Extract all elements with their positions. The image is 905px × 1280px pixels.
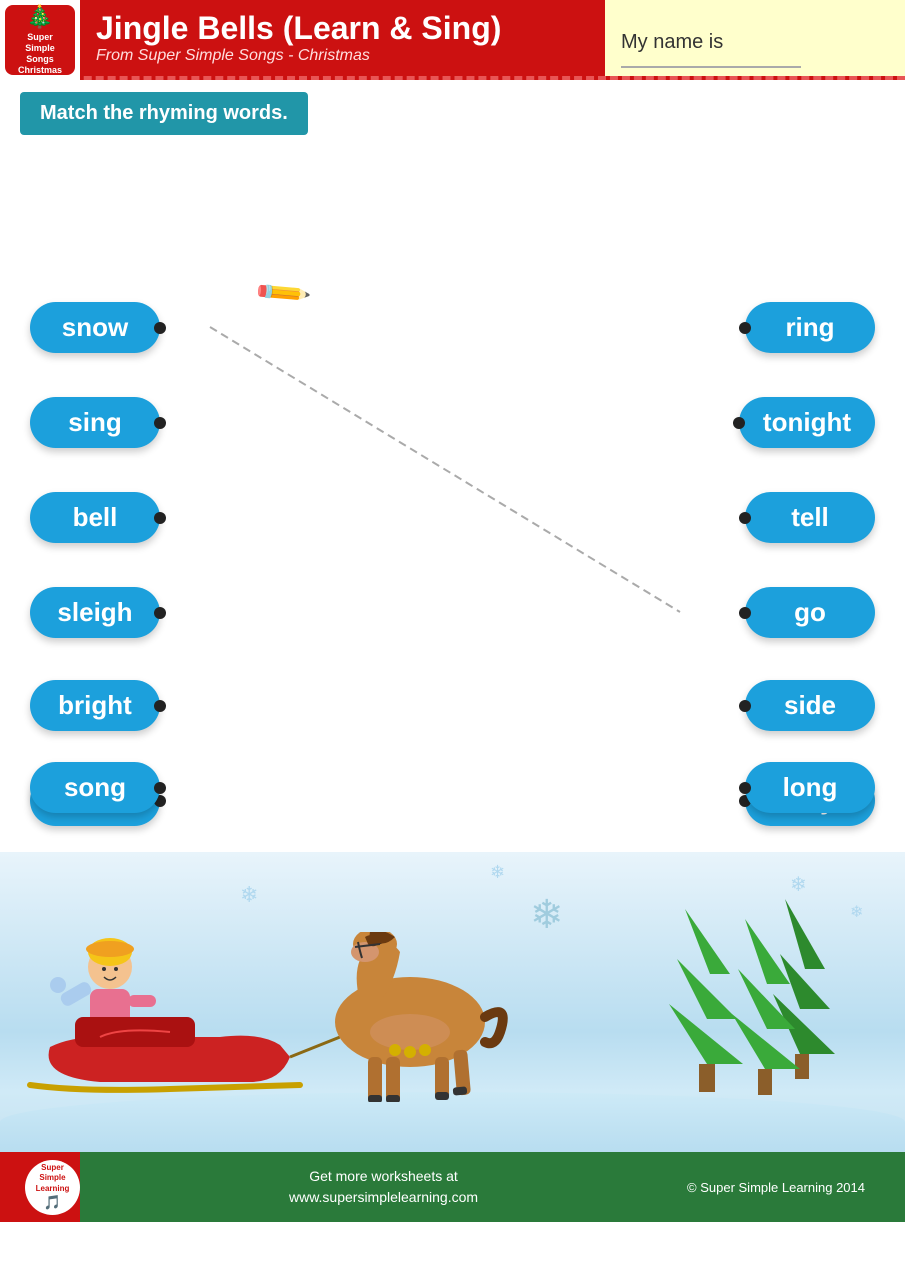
word-pill-snow[interactable]: snow bbox=[30, 302, 160, 353]
horse-svg bbox=[300, 932, 520, 1102]
footer-logo-area: SuperSimpleLearning 🎵 bbox=[25, 1160, 80, 1215]
word-pill-sing[interactable]: sing bbox=[30, 397, 160, 448]
activity-area: ✏️ snow sing bell sleigh bright ride son… bbox=[0, 132, 905, 782]
word-pill-bell[interactable]: bell bbox=[30, 492, 160, 543]
dot-bright-right bbox=[154, 700, 166, 712]
logo-inner: 🎄 SuperSimpleSongsChristmas bbox=[5, 5, 75, 75]
name-line bbox=[621, 66, 801, 68]
word-pill-sleigh[interactable]: sleigh bbox=[30, 587, 160, 638]
instruction-bar: Match the rhyming words. bbox=[20, 92, 308, 135]
pencil-icon: ✏️ bbox=[252, 263, 313, 324]
footer-cta: Get more worksheets at bbox=[289, 1166, 478, 1187]
logo-text: SuperSimpleSongsChristmas bbox=[18, 32, 62, 75]
trees-svg bbox=[625, 899, 855, 1099]
dot-sleigh-right bbox=[154, 607, 166, 619]
tree-group bbox=[625, 899, 855, 1104]
name-label: My name is bbox=[621, 31, 889, 54]
sleigh-scene bbox=[20, 937, 340, 1102]
dot-bell-right bbox=[154, 512, 166, 524]
word-pill-long[interactable]: long bbox=[745, 762, 875, 813]
page-subtitle: From Super Simple Songs - Christmas bbox=[96, 47, 589, 65]
footer-logo: SuperSimpleLearning 🎵 bbox=[25, 1160, 80, 1215]
footer-center: Get more worksheets at www.supersimplele… bbox=[289, 1166, 478, 1208]
footer-copyright: © Super Simple Learning 2014 bbox=[687, 1180, 865, 1195]
dot-song-right bbox=[154, 782, 166, 794]
footer-url: www.supersimplelearning.com bbox=[289, 1187, 478, 1208]
logo-container: 🎄 SuperSimpleSongsChristmas bbox=[0, 0, 80, 80]
illustration-area: ❄ ❄ ❄ ❄ ❄ bbox=[0, 852, 905, 1152]
word-pill-side[interactable]: side bbox=[745, 680, 875, 731]
snowflake-4: ❄ bbox=[790, 872, 807, 897]
dot-snow-right bbox=[154, 322, 166, 334]
word-pill-tell[interactable]: tell bbox=[745, 492, 875, 543]
word-pill-go[interactable]: go bbox=[745, 587, 875, 638]
dot-long-left bbox=[739, 782, 751, 794]
dot-ring-left bbox=[739, 322, 751, 334]
dot-side-left bbox=[739, 700, 751, 712]
dot-tonight-left bbox=[733, 417, 745, 429]
dot-sing-right bbox=[154, 417, 166, 429]
song-row: song long bbox=[0, 762, 905, 842]
word-pill-song[interactable]: song bbox=[30, 762, 160, 813]
name-box: My name is bbox=[605, 0, 905, 76]
word-pill-ring[interactable]: ring bbox=[745, 302, 875, 353]
word-pill-bright[interactable]: bright bbox=[30, 680, 160, 731]
page-title: Jingle Bells (Learn & Sing) bbox=[96, 11, 589, 46]
horse-container bbox=[300, 932, 520, 1107]
snowflake-1: ❄ bbox=[240, 882, 258, 908]
sleigh-svg bbox=[20, 937, 340, 1097]
header-title-area: Jingle Bells (Learn & Sing) From Super S… bbox=[80, 0, 605, 76]
dot-tell-left bbox=[739, 512, 751, 524]
instruction-text: Match the rhyming words. bbox=[40, 102, 288, 124]
page-header: 🎄 SuperSimpleSongsChristmas Jingle Bells… bbox=[0, 0, 905, 80]
snowflake-3: ❄ bbox=[530, 892, 564, 938]
snowflake-2: ❄ bbox=[490, 862, 505, 883]
page-footer: SuperSimpleLearning 🎵 Get more worksheet… bbox=[0, 1152, 905, 1222]
footer-content: SuperSimpleLearning 🎵 Get more worksheet… bbox=[20, 1160, 885, 1215]
logo-icon: 🎄 bbox=[26, 4, 53, 30]
word-pill-tonight[interactable]: tonight bbox=[739, 397, 875, 448]
dot-go-left bbox=[739, 607, 751, 619]
